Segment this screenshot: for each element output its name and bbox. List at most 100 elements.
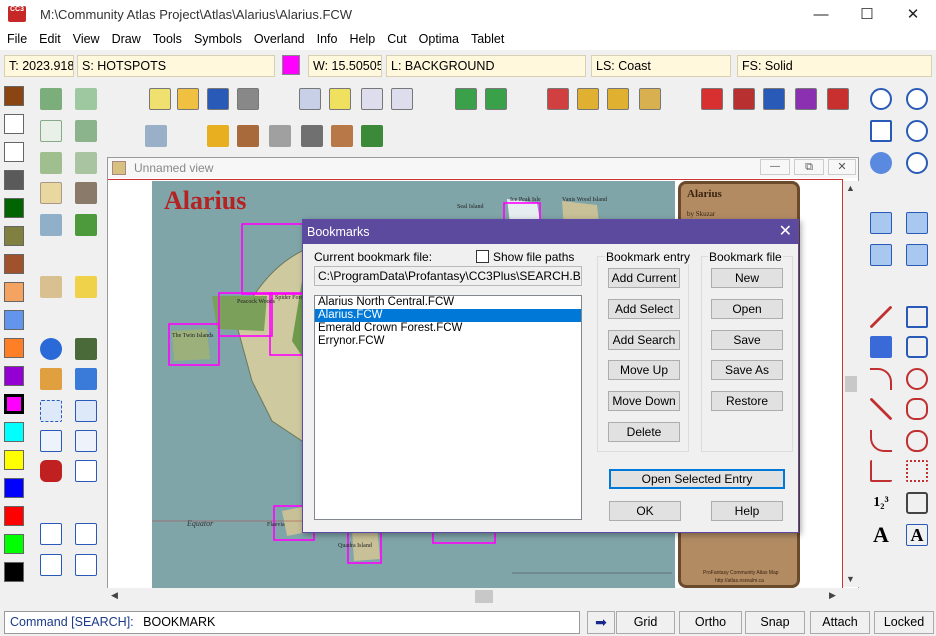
polygon-button[interactable] — [902, 332, 930, 360]
palette-color-6[interactable] — [4, 226, 24, 246]
redraw-button[interactable] — [866, 148, 894, 176]
palette-color-5[interactable] — [4, 198, 24, 218]
command-arrow-button[interactable]: ➡ — [587, 611, 615, 634]
numbering-button[interactable]: 1₂³ — [866, 488, 894, 516]
explode-tool[interactable] — [36, 456, 64, 484]
fill-tool[interactable] — [71, 364, 99, 392]
fill-style-field[interactable]: FS: Solid — [737, 55, 932, 77]
picture-tool[interactable] — [36, 210, 64, 238]
printer-button[interactable] — [233, 84, 261, 112]
add-search-button[interactable]: Add Search — [608, 330, 680, 350]
ship-button[interactable] — [233, 121, 261, 149]
palette-color-7[interactable] — [4, 254, 24, 274]
add-current-button[interactable]: Add Current — [608, 268, 680, 288]
bookmark-list[interactable]: Alarius North Central.FCW Alarius.FCW Em… — [314, 295, 582, 520]
flag-button[interactable] — [203, 121, 231, 149]
feather-button[interactable] — [297, 121, 325, 149]
undo-arrow-button[interactable] — [451, 84, 479, 112]
tree-button[interactable] — [357, 121, 385, 149]
show-paths-checkbox[interactable] — [476, 250, 489, 263]
road-tool[interactable] — [36, 148, 64, 176]
group-tool[interactable] — [71, 396, 99, 424]
text-height-field[interactable]: T: 2023.918 — [4, 55, 74, 77]
layer-order-button[interactable] — [902, 240, 930, 268]
view-restore-button[interactable]: ⧉ — [794, 159, 824, 175]
grid-toggle-button[interactable] — [635, 84, 663, 112]
cd3-button[interactable] — [759, 84, 787, 112]
palette-color-16[interactable] — [4, 506, 24, 526]
open-button[interactable]: Open — [711, 299, 783, 319]
zoom-extents-button[interactable] — [866, 116, 894, 144]
palette-color-9[interactable] — [4, 310, 24, 330]
spline-button[interactable] — [866, 426, 894, 454]
move-up-button[interactable]: Move Up — [608, 360, 680, 380]
palette-color-12[interactable] — [4, 394, 24, 414]
palette-color-17[interactable] — [4, 534, 24, 554]
palette-color-10[interactable] — [4, 338, 24, 358]
zoom-in-button[interactable] — [902, 84, 930, 112]
palette-color-13[interactable] — [4, 422, 24, 442]
coordinates-tool[interactable] — [71, 550, 99, 578]
open-folder-button[interactable] — [173, 84, 201, 112]
fractal-button[interactable] — [866, 456, 894, 484]
undo-tool[interactable] — [36, 334, 64, 362]
dd3-button[interactable] — [729, 84, 757, 112]
list-item[interactable]: Emerald Crown Forest.FCW — [315, 322, 581, 335]
menu-info[interactable]: Info — [310, 30, 343, 46]
zoom-pan-button[interactable] — [902, 148, 930, 176]
ok-button[interactable]: OK — [609, 501, 681, 521]
width-field[interactable]: W: 15.50505 — [308, 55, 382, 77]
smooth-poly-button[interactable] — [902, 394, 930, 422]
current-color-swatch[interactable] — [282, 55, 300, 75]
locked-mode-button[interactable]: Locked — [874, 611, 934, 634]
open-selected-entry-button[interactable]: Open Selected Entry — [609, 469, 785, 489]
polyline-button[interactable] — [866, 394, 894, 422]
d10-button[interactable] — [823, 84, 851, 112]
help-button[interactable]: Help — [711, 501, 783, 521]
order-button[interactable] — [866, 240, 894, 268]
wand-edit-button[interactable] — [145, 84, 173, 112]
menu-tools[interactable]: Tools — [146, 30, 187, 46]
palette-color-11[interactable] — [4, 366, 24, 386]
text-edit-tool[interactable] — [71, 519, 99, 547]
book-button[interactable] — [543, 84, 571, 112]
vertical-scroll-thumb[interactable] — [845, 376, 857, 392]
snap-mode-button[interactable]: Snap — [745, 611, 805, 634]
lock-button[interactable] — [902, 488, 930, 516]
menu-help[interactable]: Help — [342, 30, 380, 46]
building-button[interactable] — [327, 121, 355, 149]
palette-color-14[interactable] — [4, 450, 24, 470]
palette-color-8[interactable] — [4, 282, 24, 302]
palette-color-15[interactable] — [4, 478, 24, 498]
line-button[interactable] — [866, 302, 894, 330]
menu-file[interactable]: File — [0, 30, 32, 46]
ortho-mode-button[interactable]: Ortho — [679, 611, 742, 634]
contour-tool[interactable] — [36, 116, 64, 144]
menu-edit[interactable]: Edit — [32, 30, 66, 46]
grid-mode-button[interactable]: Grid — [616, 611, 675, 634]
menu-draw[interactable]: Draw — [105, 30, 146, 46]
horizontal-scrollbar[interactable]: ◀ ▶ — [107, 588, 859, 605]
multiline-text-button[interactable]: A — [902, 520, 930, 548]
view-minimize-button[interactable]: — — [760, 159, 790, 175]
tree-tool[interactable] — [71, 210, 99, 238]
curve-button[interactable] — [866, 364, 894, 392]
eraser-tool[interactable] — [36, 364, 64, 392]
zoom-out-button[interactable] — [902, 116, 930, 144]
move-down-button[interactable]: Move Down — [608, 391, 680, 411]
palette-color-18[interactable] — [4, 562, 24, 582]
menu-cut[interactable]: Cut — [380, 30, 411, 46]
tools-tool[interactable] — [71, 178, 99, 206]
cc3plus-red-button[interactable] — [697, 84, 725, 112]
new-button[interactable]: New — [711, 268, 783, 288]
palette-color-1[interactable] — [4, 86, 24, 106]
command-input[interactable]: BOOKMARK — [143, 615, 215, 629]
undo-button[interactable] — [573, 84, 601, 112]
delete-button[interactable]: Delete — [608, 422, 680, 442]
eyedropper-tool[interactable] — [71, 334, 99, 362]
attach-mode-button[interactable]: Attach — [810, 611, 870, 634]
list-item[interactable]: Errynor.FCW — [315, 335, 581, 348]
layers-tool[interactable] — [71, 272, 99, 300]
menu-symbols[interactable]: Symbols — [187, 30, 247, 46]
vertical-scrollbar[interactable]: ▲ ▼ — [843, 181, 859, 587]
